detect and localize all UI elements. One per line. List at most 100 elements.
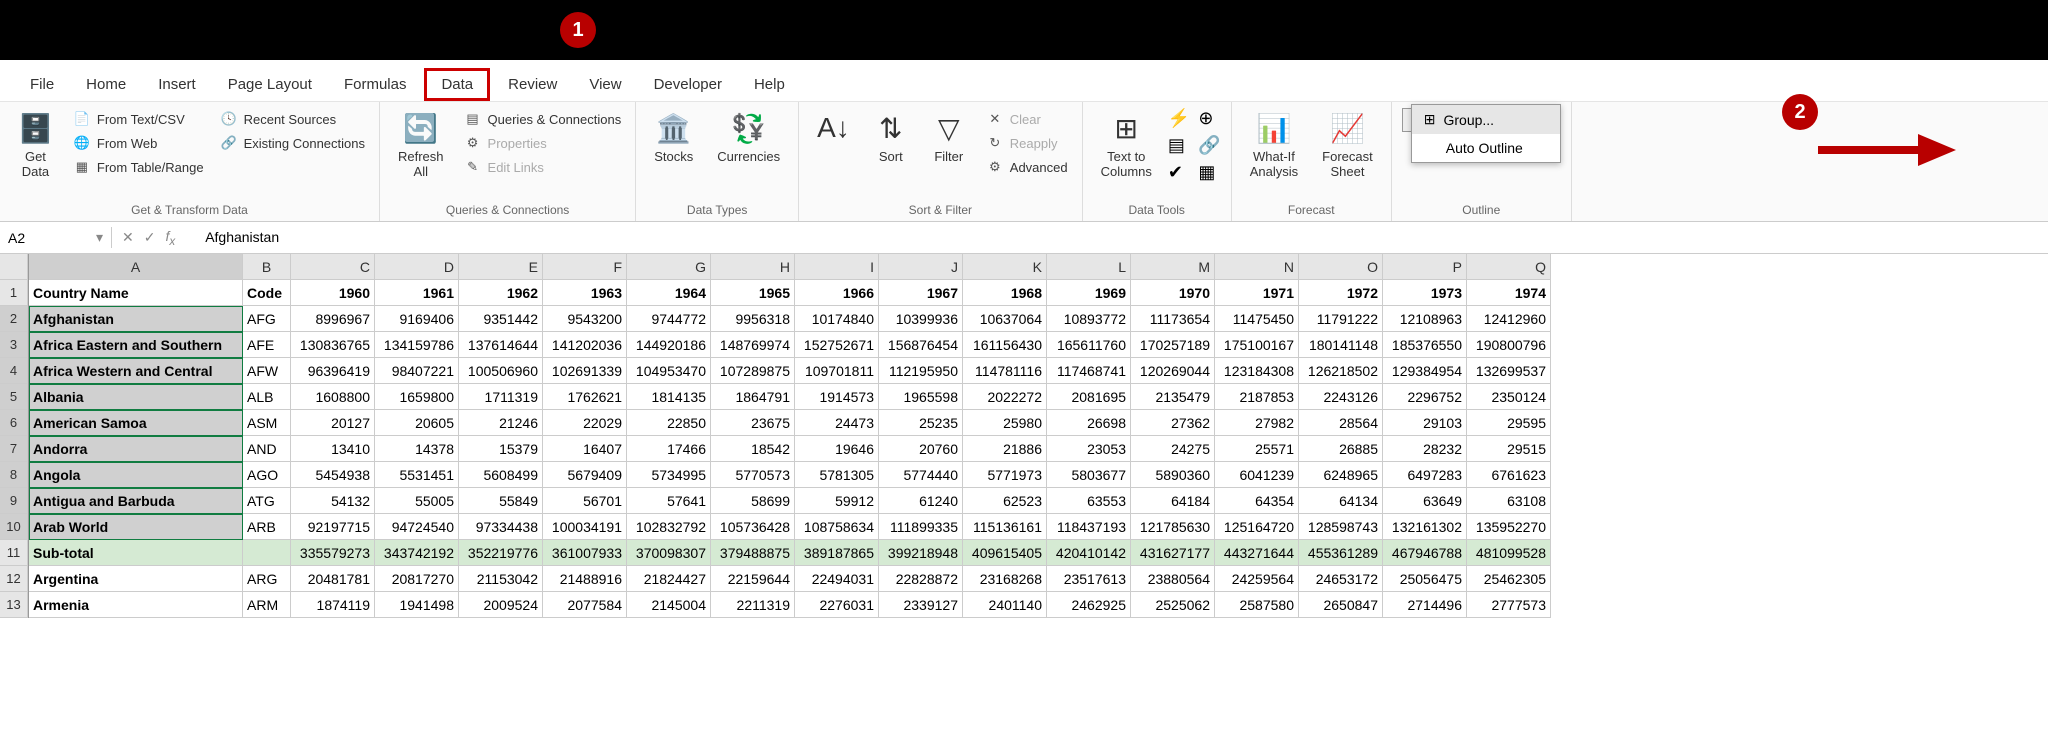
stocks-button[interactable]: 🏛️Stocks: [646, 108, 701, 168]
cell[interactable]: 29103: [1383, 410, 1467, 436]
cell[interactable]: 8996967: [291, 306, 375, 332]
queries-connections-button[interactable]: ▤Queries & Connections: [460, 108, 626, 130]
cell[interactable]: 26885: [1299, 436, 1383, 462]
cell[interactable]: 1874119: [291, 592, 375, 618]
cell[interactable]: 10637064: [963, 306, 1047, 332]
row-header-13[interactable]: 13: [0, 592, 28, 618]
recent-sources-button[interactable]: 🕓Recent Sources: [216, 108, 369, 130]
cell[interactable]: 102832792: [627, 514, 711, 540]
cell[interactable]: 1966: [795, 280, 879, 306]
cell[interactable]: 144920186: [627, 332, 711, 358]
cell[interactable]: 1965: [711, 280, 795, 306]
cell[interactable]: Argentina: [29, 566, 243, 592]
cell[interactable]: 132699537: [1467, 358, 1551, 384]
cell[interactable]: 23053: [1047, 436, 1131, 462]
cell[interactable]: 156876454: [879, 332, 963, 358]
tab-review[interactable]: Review: [494, 68, 571, 101]
fx-icon[interactable]: fx: [165, 228, 175, 248]
data-validation-icon[interactable]: ✔: [1168, 162, 1190, 183]
cell[interactable]: 5803677: [1047, 462, 1131, 488]
cell[interactable]: 21246: [459, 410, 543, 436]
cell[interactable]: 123184308: [1215, 358, 1299, 384]
cell[interactable]: 62523: [963, 488, 1047, 514]
column-header-F[interactable]: F: [543, 254, 627, 280]
cell[interactable]: 2135479: [1131, 384, 1215, 410]
cell[interactable]: 2401140: [963, 592, 1047, 618]
cell[interactable]: 1971: [1215, 280, 1299, 306]
cell[interactable]: 23880564: [1131, 566, 1215, 592]
cell[interactable]: 420410142: [1047, 540, 1131, 566]
cell[interactable]: 20817270: [375, 566, 459, 592]
cell[interactable]: 5770573: [711, 462, 795, 488]
cell[interactable]: 9351442: [459, 306, 543, 332]
get-data-button[interactable]: 🗄️ Get Data: [10, 108, 61, 183]
cell[interactable]: ASM: [243, 410, 291, 436]
cell[interactable]: 112195950: [879, 358, 963, 384]
cell[interactable]: 370098307: [627, 540, 711, 566]
column-header-P[interactable]: P: [1383, 254, 1467, 280]
cell[interactable]: 97334438: [459, 514, 543, 540]
cell[interactable]: Africa Eastern and Southern: [29, 332, 243, 358]
cell[interactable]: 107289875: [711, 358, 795, 384]
cell[interactable]: 22828872: [879, 566, 963, 592]
cell[interactable]: 12412960: [1467, 306, 1551, 332]
cell[interactable]: 1711319: [459, 384, 543, 410]
cell[interactable]: 5781305: [795, 462, 879, 488]
cell[interactable]: Albania: [29, 384, 243, 410]
cell[interactable]: 29595: [1467, 410, 1551, 436]
tab-data[interactable]: Data: [424, 68, 490, 101]
cell[interactable]: 9169406: [375, 306, 459, 332]
cell[interactable]: 2587580: [1215, 592, 1299, 618]
cell[interactable]: 121785630: [1131, 514, 1215, 540]
cell[interactable]: 135952270: [1467, 514, 1551, 540]
cell[interactable]: 54132: [291, 488, 375, 514]
cell[interactable]: 1972: [1299, 280, 1383, 306]
cell[interactable]: 105736428: [711, 514, 795, 540]
cell[interactable]: 1973: [1383, 280, 1467, 306]
cell[interactable]: 6761623: [1467, 462, 1551, 488]
cell[interactable]: 1965598: [879, 384, 963, 410]
row-header-6[interactable]: 6: [0, 410, 28, 436]
cell[interactable]: 12108963: [1383, 306, 1467, 332]
cell[interactable]: 2650847: [1299, 592, 1383, 618]
column-header-I[interactable]: I: [795, 254, 879, 280]
filter-button[interactable]: ▽Filter: [924, 108, 974, 168]
cell[interactable]: 15379: [459, 436, 543, 462]
cell[interactable]: AND: [243, 436, 291, 462]
cell[interactable]: Arab World: [29, 514, 243, 540]
cell[interactable]: 20127: [291, 410, 375, 436]
cell[interactable]: Armenia: [29, 592, 243, 618]
cell[interactable]: 10174840: [795, 306, 879, 332]
cell[interactable]: 117468741: [1047, 358, 1131, 384]
cell[interactable]: 1967: [879, 280, 963, 306]
text-to-columns-button[interactable]: ⊞Text to Columns: [1093, 108, 1160, 183]
cell[interactable]: Afghanistan: [29, 306, 243, 332]
cell[interactable]: Code: [243, 280, 291, 306]
row-header-9[interactable]: 9: [0, 488, 28, 514]
cell[interactable]: 25571: [1215, 436, 1299, 462]
cell[interactable]: 23675: [711, 410, 795, 436]
column-header-E[interactable]: E: [459, 254, 543, 280]
cell[interactable]: 128598743: [1299, 514, 1383, 540]
tab-help[interactable]: Help: [740, 68, 799, 101]
cell[interactable]: 170257189: [1131, 332, 1215, 358]
cell[interactable]: 22159644: [711, 566, 795, 592]
cell[interactable]: 148769974: [711, 332, 795, 358]
cell[interactable]: 98407221: [375, 358, 459, 384]
cell[interactable]: 55849: [459, 488, 543, 514]
cell[interactable]: Sub-total: [29, 540, 243, 566]
cell[interactable]: 18542: [711, 436, 795, 462]
cell[interactable]: 5774440: [879, 462, 963, 488]
column-header-D[interactable]: D: [375, 254, 459, 280]
advanced-filter-button[interactable]: ⚙Advanced: [982, 156, 1072, 178]
tab-formulas[interactable]: Formulas: [330, 68, 421, 101]
cell[interactable]: 6248965: [1299, 462, 1383, 488]
column-header-K[interactable]: K: [963, 254, 1047, 280]
column-header-G[interactable]: G: [627, 254, 711, 280]
cell[interactable]: 1659800: [375, 384, 459, 410]
cell[interactable]: 2276031: [795, 592, 879, 618]
cell[interactable]: 6041239: [1215, 462, 1299, 488]
row-header-12[interactable]: 12: [0, 566, 28, 592]
row-header-11[interactable]: 11: [0, 540, 28, 566]
cell[interactable]: 96396419: [291, 358, 375, 384]
